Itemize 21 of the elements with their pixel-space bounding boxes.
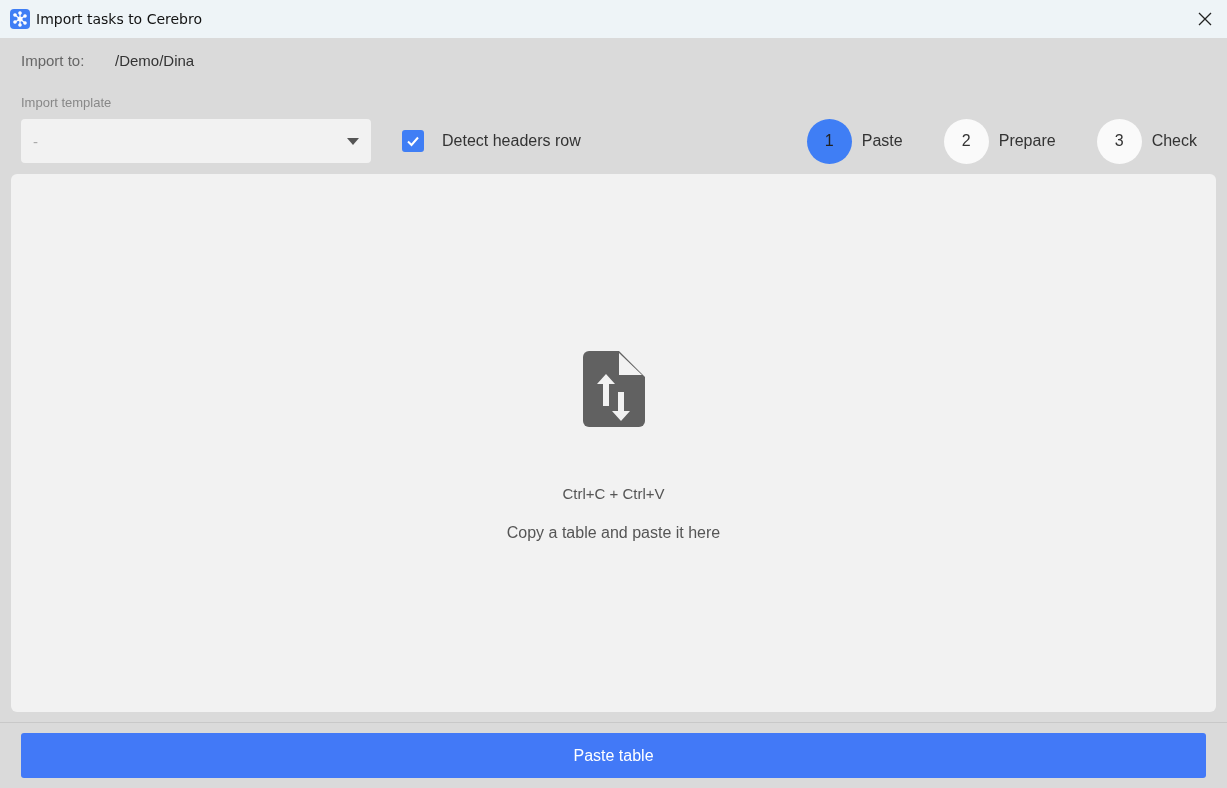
paste-hint: Copy a table and paste it here: [506, 524, 721, 542]
window-title: Import tasks to Cerebro: [36, 11, 203, 27]
caret-icon: [347, 137, 359, 145]
step-number: 3: [1096, 118, 1142, 164]
template-dropdown[interactable]: -: [21, 119, 371, 163]
template-label: Import template: [20, 94, 113, 112]
close-icon[interactable]: [1198, 12, 1212, 26]
import-path: /Demo/Dina: [115, 52, 195, 69]
step-number: 2: [943, 118, 989, 164]
step-label: Paste: [861, 132, 903, 150]
shortcut-text: Ctrl+C + Ctrl+V: [562, 485, 665, 502]
import-to-label: Import to:: [21, 52, 86, 69]
checkbox-label: Detect headers row: [442, 132, 581, 150]
app-icon: [10, 9, 30, 29]
file-transfer-icon: [582, 351, 645, 427]
paste-area[interactable]: Ctrl+C + Ctrl+V Copy a table and paste it here: [11, 174, 1216, 712]
step-number: 1: [806, 118, 852, 164]
checkbox[interactable]: [402, 130, 424, 152]
step-label: Prepare: [998, 132, 1056, 150]
step-label: Check: [1151, 132, 1197, 150]
paste-table-button[interactable]: Paste table: [21, 733, 1206, 778]
